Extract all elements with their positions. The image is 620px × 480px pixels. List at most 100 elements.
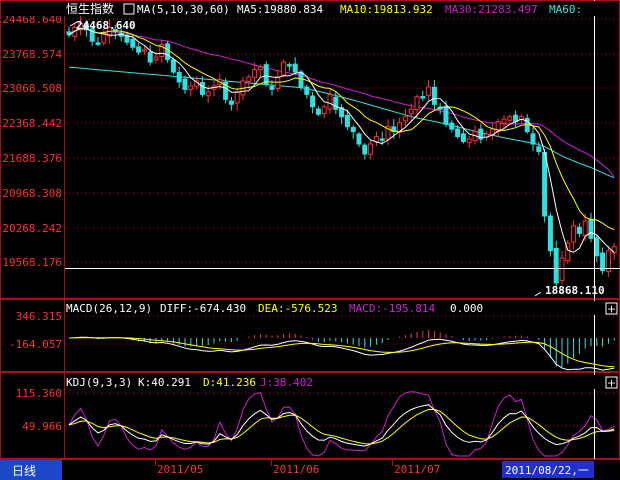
macd-dea: DEA:-576.523	[258, 302, 337, 315]
macd-extra: 0.000	[450, 302, 483, 315]
candle	[507, 114, 513, 123]
svg-text:+: +	[607, 303, 616, 316]
price-y-tick: 20268.242	[2, 222, 62, 235]
candle	[571, 220, 577, 250]
price-header: 恒生指数 MA(5,10,30,60) MA5:19880.834 MA10:1…	[1, 1, 619, 16]
candle	[66, 26, 72, 38]
candle	[269, 80, 275, 96]
candle	[333, 90, 339, 114]
candle	[147, 44, 153, 66]
macd-add-button[interactable]: +	[605, 302, 618, 316]
candle	[466, 135, 472, 149]
price-y-tick: 23768.574	[2, 48, 62, 61]
kdj-y-axis: 115.360 49.966	[16, 387, 62, 433]
kdj-y-tick: 49.966	[22, 420, 62, 433]
candle	[426, 80, 432, 101]
candlestick-series	[66, 16, 617, 288]
candle	[489, 121, 495, 140]
candle	[310, 92, 316, 114]
candle	[315, 105, 321, 117]
candle	[536, 141, 542, 156]
price-y-tick: 19568.176	[2, 256, 62, 269]
candle	[275, 69, 281, 92]
macd-diff: DIFF:-674.430	[160, 302, 246, 315]
kdj-y-tick: 115.360	[16, 387, 62, 400]
candle	[547, 212, 553, 257]
low-marker: 18868.110	[534, 284, 605, 297]
candle	[339, 103, 345, 125]
period-button[interactable]: 日线	[0, 460, 62, 480]
candle	[576, 223, 582, 238]
candle	[286, 62, 292, 72]
candle	[530, 127, 536, 152]
price-y-tick: 23068.508	[2, 82, 62, 95]
crosshair	[65, 0, 620, 459]
candle	[484, 131, 490, 142]
period-button-label: 日线	[12, 464, 36, 478]
candle	[176, 66, 182, 88]
high-price-label: 24468.640	[76, 19, 136, 32]
kdj-grid	[65, 392, 620, 427]
kdj-add-button[interactable]: +	[605, 376, 618, 390]
candle	[281, 59, 287, 78]
candle	[553, 240, 559, 288]
price-y-tick: 20968.308	[2, 187, 62, 200]
candle	[304, 84, 310, 99]
ma60-value: MA60:	[549, 3, 582, 16]
candle	[368, 139, 374, 160]
date-label: 2011/07	[394, 463, 440, 476]
candle	[95, 36, 101, 47]
high-marker: 24468.640	[69, 19, 136, 32]
candle	[165, 41, 171, 63]
candle	[188, 81, 194, 97]
kdj-k: K:40.291	[138, 376, 191, 389]
candle	[565, 240, 571, 264]
macd-macd: MACD:-195.814	[349, 302, 435, 315]
date-label: 2011/06	[273, 463, 319, 476]
candle	[356, 131, 362, 148]
ma30-value: MA30:21283.497	[445, 3, 538, 16]
candle	[605, 245, 611, 277]
candle	[182, 75, 188, 95]
svg-text:+: +	[607, 377, 616, 390]
macd-y-tick: -164.057	[9, 338, 62, 351]
macd-params: MACD(26,12,9)	[66, 302, 152, 315]
candle	[402, 109, 408, 127]
low-price-label: 18868.110	[545, 284, 605, 297]
macd-layer	[68, 329, 615, 371]
candle	[397, 117, 403, 139]
macd-header: MACD(26,12,9) DIFF:-674.430 DEA:-576.523…	[65, 301, 619, 315]
candle	[292, 57, 298, 75]
cursor-date-badge: 2011/08/22,一	[502, 461, 594, 478]
candle	[478, 123, 484, 144]
candle	[228, 96, 234, 111]
candle	[449, 120, 455, 133]
candle	[263, 61, 269, 87]
kdj-d: D:41.236	[203, 376, 256, 389]
candle	[420, 90, 426, 102]
index-title: 恒生指数	[66, 1, 114, 16]
price-y-tick: 21688.376	[2, 152, 62, 165]
candle	[362, 143, 368, 160]
candle	[159, 40, 165, 64]
date-label: 2011/05	[157, 463, 203, 476]
price-y-axis: 24468.640 23768.574 23068.508 22368.442 …	[2, 13, 62, 269]
hang-seng-daily-chart[interactable]: 24468.640 23768.574 23068.508 22368.442 …	[0, 0, 620, 480]
ma5-value: MA5:19880.834	[237, 3, 323, 16]
kdj-header: KDJ(9,3,3) K:40.291 D:41.236 J:38.402	[65, 375, 619, 389]
kdj-params: KDJ(9,3,3)	[66, 376, 132, 389]
candle	[373, 131, 379, 147]
candle	[495, 118, 501, 137]
candle	[431, 80, 437, 111]
candle	[136, 42, 142, 56]
candle	[594, 235, 600, 262]
kdj-j-line	[68, 391, 615, 457]
candle	[460, 128, 466, 144]
candle	[588, 213, 594, 242]
ma-label: MA(5,10,30,60)	[137, 3, 230, 16]
cursor-date-label: 2011/08/22,一	[505, 464, 589, 477]
macd-y-tick: 346.315	[16, 310, 62, 323]
candle	[501, 114, 507, 129]
price-y-tick: 22368.442	[2, 117, 62, 130]
candle	[223, 78, 229, 104]
